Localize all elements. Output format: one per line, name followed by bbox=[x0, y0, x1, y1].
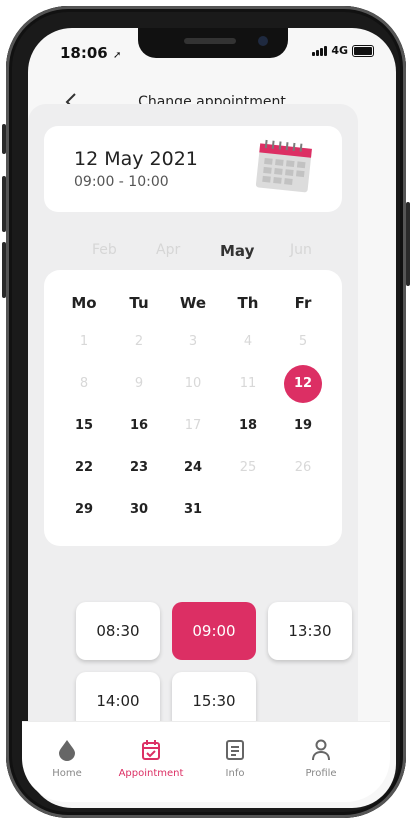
tab-label: Appointment bbox=[118, 768, 184, 779]
calendar-day: 1 bbox=[79, 334, 89, 349]
tab-label: Profile bbox=[305, 768, 337, 779]
calendar-day[interactable]: 18 bbox=[228, 406, 268, 446]
time-slot[interactable]: 08:30 bbox=[76, 602, 160, 660]
user-icon bbox=[312, 739, 330, 761]
appointment-card: 12 May 2021 09:00 - 10:00 bbox=[44, 126, 342, 212]
tab-info[interactable]: Info bbox=[190, 738, 280, 779]
appointment-date: 12 May 2021 bbox=[74, 148, 198, 170]
calendar-day[interactable]: 29 bbox=[64, 490, 104, 530]
tab-home[interactable]: Home bbox=[22, 738, 112, 779]
weekday-header: Th bbox=[237, 294, 259, 312]
time-slot[interactable]: 13:30 bbox=[268, 602, 352, 660]
status-bar: 18:06 ➚ 4G bbox=[28, 44, 396, 66]
month-option-selected[interactable]: May bbox=[220, 242, 254, 260]
calendar-illustration-icon bbox=[255, 139, 312, 193]
mute-switch bbox=[2, 124, 6, 154]
calendar-day: 3 bbox=[188, 334, 198, 349]
calendar-day: 4 bbox=[243, 334, 253, 349]
time-slot-selected[interactable]: 09:00 bbox=[172, 602, 256, 660]
calendar-day: 11 bbox=[239, 376, 257, 391]
calendar-day[interactable]: 15 bbox=[64, 406, 104, 446]
tab-label: Home bbox=[52, 768, 82, 779]
weekday-header: We bbox=[179, 294, 207, 312]
signal-icon bbox=[312, 45, 328, 56]
calendar-grid: Mo Tu We Th Fr 1 2 3 4 5 8 9 10 11 12 15 16 17 18 19 22… bbox=[44, 270, 342, 546]
calendar-day[interactable]: 23 bbox=[119, 448, 159, 488]
volume-up-button bbox=[2, 176, 6, 232]
weekday-header: Mo bbox=[71, 294, 97, 312]
tab-bar: Home Appointment Info Profile bbox=[22, 721, 390, 802]
calendar-day: 5 bbox=[298, 334, 308, 349]
status-indicators: 4G bbox=[312, 44, 374, 57]
drop-icon bbox=[59, 740, 75, 761]
status-time: 18:06 ➚ bbox=[60, 44, 121, 62]
calendar-day: 17 bbox=[184, 418, 202, 433]
calendar-day[interactable]: 19 bbox=[283, 406, 323, 446]
calendar-day: 8 bbox=[79, 376, 89, 391]
calendar-day[interactable]: 22 bbox=[64, 448, 104, 488]
calendar-day[interactable]: 31 bbox=[173, 490, 213, 530]
network-label: 4G bbox=[331, 44, 348, 57]
power-button bbox=[406, 202, 410, 286]
tab-profile[interactable]: Profile bbox=[276, 738, 366, 779]
month-option[interactable]: Feb bbox=[92, 242, 117, 258]
appointment-time-range: 09:00 - 10:00 bbox=[74, 174, 169, 190]
tab-label: Info bbox=[225, 768, 245, 779]
calendar-day[interactable]: 24 bbox=[173, 448, 213, 488]
month-selector: Feb Apr May Jun bbox=[44, 242, 342, 266]
calendar-day[interactable]: 16 bbox=[119, 406, 159, 446]
calendar-day-selected[interactable]: 12 bbox=[284, 365, 322, 403]
calendar-day: 9 bbox=[134, 376, 144, 391]
calendar-day: 25 bbox=[239, 460, 257, 475]
weekday-header: Tu bbox=[129, 294, 149, 312]
weekday-header: Fr bbox=[294, 294, 312, 312]
month-option[interactable]: Apr bbox=[156, 242, 180, 258]
calendar-day[interactable]: 30 bbox=[119, 490, 159, 530]
tab-appointment[interactable]: Appointment bbox=[106, 738, 196, 779]
calendar-day: 2 bbox=[134, 334, 144, 349]
calendar-check-icon bbox=[142, 740, 160, 760]
calendar-day: 26 bbox=[294, 460, 312, 475]
calendar-day: 10 bbox=[184, 376, 202, 391]
month-option[interactable]: Jun bbox=[290, 242, 312, 258]
volume-down-button bbox=[2, 242, 6, 298]
battery-icon bbox=[352, 44, 374, 57]
status-time-text: 18:06 bbox=[60, 44, 108, 62]
location-arrow-icon: ➚ bbox=[112, 50, 122, 61]
document-icon bbox=[226, 740, 244, 760]
